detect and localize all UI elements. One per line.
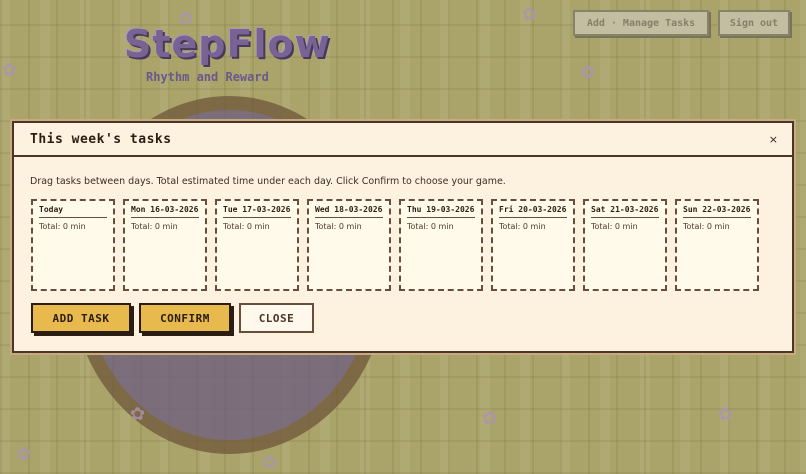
dialog-header: This week's tasks × [14,123,792,157]
day-column-sun[interactable]: Sun 22-03-2026 Total: 0 min [675,199,759,291]
day-total: Total: 0 min [315,222,362,231]
day-column-wed[interactable]: Wed 18-03-2026 Total: 0 min [307,199,391,291]
day-name: Fri 20-03-2026 [499,205,567,218]
dialog-actions: ADD TASK CONFIRM CLOSE [31,303,314,333]
day-column-tue[interactable]: Tue 17-03-2026 Total: 0 min [215,199,299,291]
day-total: Total: 0 min [39,222,86,231]
day-total: Total: 0 min [407,222,454,231]
day-columns: Today Total: 0 min Mon 16-03-2026 Total:… [31,199,759,291]
confirm-button[interactable]: CONFIRM [139,303,231,333]
day-name: Sun 22-03-2026 [683,205,751,218]
dialog-instructions: Drag tasks between days. Total estimated… [30,176,506,187]
day-name: Sat 21-03-2026 [591,205,659,218]
day-column-sat[interactable]: Sat 21-03-2026 Total: 0 min [583,199,667,291]
day-name: Tue 17-03-2026 [223,205,291,218]
dialog-title: This week's tasks [30,131,172,147]
day-total: Total: 0 min [223,222,270,231]
day-total: Total: 0 min [499,222,546,231]
day-column-thu[interactable]: Thu 19-03-2026 Total: 0 min [399,199,483,291]
add-task-button[interactable]: ADD TASK [31,303,131,333]
day-name: Thu 19-03-2026 [407,205,475,218]
weekly-tasks-dialog: This week's tasks × Drag tasks between d… [12,121,794,353]
day-total: Total: 0 min [131,222,178,231]
day-total: Total: 0 min [683,222,730,231]
day-name: Wed 18-03-2026 [315,205,383,218]
day-column-today[interactable]: Today Total: 0 min [31,199,115,291]
day-column-mon[interactable]: Mon 16-03-2026 Total: 0 min [123,199,207,291]
close-icon[interactable]: × [769,133,778,146]
day-column-fri[interactable]: Fri 20-03-2026 Total: 0 min [491,199,575,291]
day-total: Total: 0 min [591,222,638,231]
day-name: Today [39,205,107,218]
day-name: Mon 16-03-2026 [131,205,199,218]
close-button[interactable]: CLOSE [239,303,314,333]
